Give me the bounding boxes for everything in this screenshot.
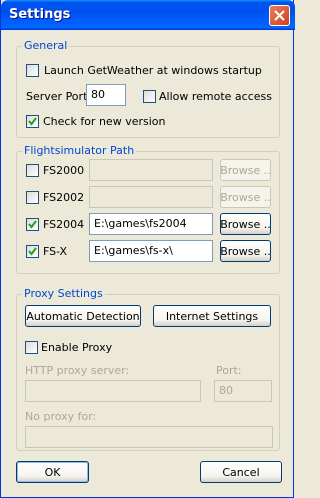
close-button[interactable] <box>269 5 290 26</box>
enable-proxy-label: Enable Proxy <box>41 341 113 354</box>
checkmark-icon <box>28 220 37 229</box>
fs2002-path-input[interactable] <box>89 186 213 208</box>
general-group-title: General <box>22 39 70 52</box>
fsx-browse-button[interactable]: Browse .. <box>220 240 271 262</box>
close-icon <box>274 10 285 21</box>
fs2000-path-input[interactable] <box>89 159 213 181</box>
automatic-detection-button[interactable]: Automatic Detection <box>25 305 141 327</box>
fs2004-label: FS2004 <box>43 218 85 231</box>
no-proxy-input[interactable] <box>25 426 273 448</box>
cancel-button[interactable]: Cancel <box>200 461 282 483</box>
fsx-label: FS-X <box>43 245 68 258</box>
allow-remote-label: Allow remote access <box>159 90 272 103</box>
server-port-input[interactable]: 80 <box>86 84 126 106</box>
fs2002-label: FS2002 <box>43 191 85 204</box>
title-bar[interactable]: Settings <box>1 0 295 30</box>
fs2000-browse-button[interactable]: Browse .. <box>220 159 271 181</box>
http-proxy-server-input[interactable] <box>25 380 201 402</box>
internet-settings-button[interactable]: Internet Settings <box>153 305 271 327</box>
proxy-port-input[interactable]: 80 <box>214 380 272 402</box>
window-title: Settings <box>9 7 71 22</box>
checkmark-icon <box>28 117 37 126</box>
check-version-checkbox[interactable] <box>26 115 39 128</box>
fs2004-browse-button[interactable]: Browse .. <box>220 213 271 235</box>
server-port-label: Server Port: <box>26 90 92 103</box>
enable-proxy-checkbox[interactable] <box>25 341 38 354</box>
fs2000-label: FS2000 <box>43 164 85 177</box>
fsx-path-input[interactable]: E:\games\fs-x\ <box>89 240 213 262</box>
automatic-detection-label: Automatic Detection <box>26 309 140 323</box>
fs2002-checkbox[interactable] <box>26 191 39 204</box>
allow-remote-checkbox[interactable] <box>143 90 156 103</box>
fs2004-checkbox[interactable] <box>26 218 39 231</box>
fs2004-path-input[interactable]: E:\games\fs2004 <box>89 213 213 235</box>
launch-at-startup-checkbox[interactable] <box>26 64 39 77</box>
checkmark-icon <box>28 247 37 256</box>
fs2002-browse-button[interactable]: Browse .. <box>220 186 271 208</box>
no-proxy-label: No proxy for: <box>25 410 97 423</box>
port-label: Port: <box>216 364 242 377</box>
proxy-group-title: Proxy Settings <box>22 287 105 300</box>
fs2000-checkbox[interactable] <box>26 164 39 177</box>
check-version-label: Check for new version <box>43 115 166 128</box>
settings-window: Settings General Launch GetWeather at wi… <box>0 0 295 498</box>
fsx-checkbox[interactable] <box>26 245 39 258</box>
ok-button[interactable]: OK <box>16 461 89 483</box>
http-proxy-server-label: HTTP proxy server: <box>25 364 130 377</box>
flightsim-group-title: Flightsimulator Path <box>22 144 137 157</box>
internet-settings-label: Internet Settings <box>165 309 259 323</box>
launch-at-startup-label: Launch GetWeather at windows startup <box>44 64 262 77</box>
